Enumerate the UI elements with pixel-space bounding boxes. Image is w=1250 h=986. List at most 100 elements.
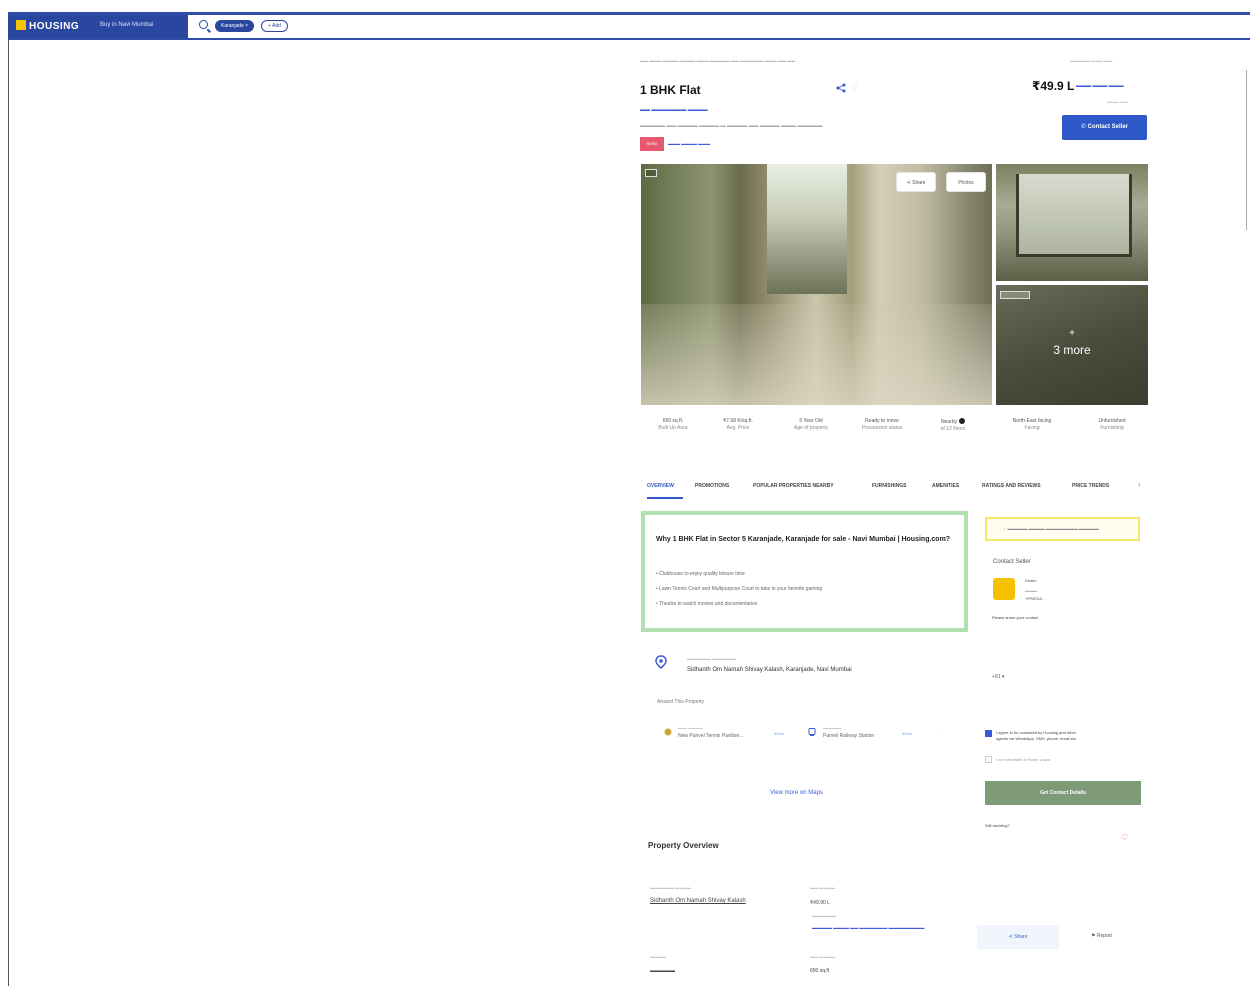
why-buy-title: Why 1 BHK Flat in Sector 5 Karanjade, Ka… [656,536,951,543]
tab-popular-nearby[interactable]: POPULAR PROPERTIES NEARBY [753,483,834,489]
consent-text: I agree to be contacted by Housing and o… [996,730,1077,741]
city-selector[interactable]: Buy in Navi Mumbai [100,22,153,28]
tab-promotions[interactable]: PROMOTIONS [695,483,729,489]
chevron-right-icon[interactable]: › [938,731,939,736]
contact-seller-label: Contact Seller [993,559,1031,565]
nearby-place[interactable]: Panvel Railway Station [823,733,874,739]
tab-overview[interactable]: OVERVIEW [647,483,674,489]
rera-badge: RERA [640,137,664,151]
listing-title: 1 BHK Flat [640,83,701,97]
stat-furnishing: Unfurnished Furnishing [1098,418,1126,431]
view-on-maps-link[interactable]: View more on Maps [770,790,823,796]
train-icon [808,728,816,736]
developer-link[interactable]: ▬▬ ▬▬▬▬▬▬▬ ▬▬▬▬ [640,107,708,113]
share-icon[interactable] [836,83,846,93]
consent-checkbox[interactable] [985,730,992,737]
photo-tag-icon [1000,291,1030,299]
agent-name: +PRIEDA... [1025,596,1046,601]
property-overview-title: Property Overview [648,841,719,850]
posted-info: ▬▬▬▬▬ ▬▬▬ ▬▬ [1070,58,1113,63]
overview-size-label: ▬▬ ▬▬▬▬ [810,954,836,959]
see-rera-link[interactable]: ▬▬▬ ▬▬▬▬ ▬▬▬ [668,141,710,146]
check-icon: ✓ [1003,526,1008,531]
location-pin-icon [655,655,667,669]
agent-tag: Dealer [1025,578,1037,583]
info-icon[interactable] [959,418,966,424]
gallery-photos-button[interactable]: Photos [946,172,986,192]
overview-area-label: ▬▬▬▬ [650,954,666,959]
stat-area: 650 sq.ft. Built Up Area [658,418,688,431]
housing-logo-icon [16,20,26,30]
nearby-distance: 500m [774,731,785,736]
overview-project-label: ▬▬▬▬▬▬ ▬▬▬▬ [650,885,692,890]
nearby-category: ▬▬▬▬▬▬ [823,726,841,730]
overview-project-value[interactable]: Sidhanth Om Namah Shivay Kalash [650,898,746,904]
overview-price-sub: ▬▬▬▬▬▬ [812,913,836,918]
heart-icon[interactable]: ♡ [851,83,858,92]
heart-icon[interactable]: ♡ [1121,833,1128,842]
phone-icon: ✆ [1080,124,1088,130]
stat-facing: North-East facing Facing [1012,418,1052,431]
still-deciding-label: Still deciding? [985,823,1010,828]
share-contact-prompt: Please share your contact [992,615,1039,620]
frame-border [8,40,9,986]
nearby-distance: 500m [902,731,913,736]
around-property-title: Around This Property [657,699,705,705]
project-location: Sidhanth Om Namah Shivay Kalash, Karanja… [687,667,852,673]
tab-price-trends[interactable]: PRICE TRENDS [1072,483,1109,489]
listing-address: ▬▬▬▬▬ ▬▬ ▬▬▬▬ ▬▬▬▬ ▬ ▬▬▬▬ ▬▬ ▬▬▬▬ ▬▬▬ ▬▬… [640,123,823,129]
why-buy-item: • Theatre to watch movies and documentar… [656,601,758,607]
why-buy-box: Why 1 BHK Flat in Sector 5 Karanjade, Ka… [641,511,968,632]
overview-price-value: ₹49.90 L [810,900,830,906]
country-code-select[interactable]: +91 ▾ [992,674,1004,680]
why-buy-item: • Clubhouse to enjoy quality leisure tim… [656,571,745,577]
chevron-right-icon[interactable]: › [1138,480,1141,489]
plus-icon: + [1069,328,1075,339]
overview-area-value: 650 sq.ft [810,968,830,974]
brand-panel: HOUSING Buy in Navi Mumbai [8,15,188,38]
section-tabs: OVERVIEW PROMOTIONS POPULAR PROPERTIES N… [640,480,1150,502]
tab-furnishings[interactable]: FURNISHINGS [872,483,906,489]
stat-possession: Ready to move Possession status [861,418,903,431]
project-location-label: ▬▬▬▬▬▬ ▬▬▬▬▬▬ [687,656,737,661]
scroll-edge [1246,70,1250,230]
main-photo[interactable] [641,164,992,405]
breadcrumb: ▬▬ ▬▬▬ ▬▬▬▬ ▬▬▬▬ ▬▬▬ ▬▬▬▬▬ ▬▬ ▬▬▬▬▬▬ ▬▬▬… [640,58,796,63]
top-navbar: HOUSING Buy in Navi Mumbai Karanjade × +… [8,12,1250,40]
listing-price: ₹49.9 L [1032,79,1075,93]
contact-seller-button[interactable]: ✆ Contact Seller [1062,115,1147,140]
report-button[interactable]: ⚑ Report [1091,933,1112,939]
tab-ratings-reviews[interactable]: RATINGS AND REVIEWS [982,483,1041,489]
share-button[interactable]: ≺ Share [977,925,1059,949]
secondary-photo-1[interactable] [996,164,1148,281]
search-chip-locality[interactable]: Karanjade × [215,20,255,32]
emi-link[interactable]: ▬▬▬ ▬▬▬ ▬▬▬ [1076,83,1124,89]
avatar [993,578,1015,600]
overview-mortgage-link[interactable]: ▬▬▬▬▬ ▬▬▬▬ ▬▬ ▬▬▬▬▬▬▬ ▬▬▬▬▬▬▬▬▬ [812,925,924,930]
stat-floor: Nearby of 12 floors [940,418,966,432]
overview-units-value: ▬▬▬▬▬ [650,968,675,974]
stat-age: 5 Year Old Age of property [793,418,829,431]
tab-amenities[interactable]: AMENITIES [932,483,959,489]
stat-avg-price: ₹7.68 K/sq.ft. Avg. Price [723,418,753,431]
photo-gallery[interactable]: ≺ Share Photos + 3 more [641,164,1148,405]
logo[interactable]: HOUSING [16,20,79,32]
active-tab-indicator [647,497,683,499]
secondary-photo-2[interactable]: + 3 more [996,285,1148,405]
home-loan-text: I am interested in Home Loans [996,757,1051,762]
nearby-place[interactable]: New Panvel Tennis Pavilion... [678,733,744,739]
nearby-category: ▬▬▬ ▬▬▬▬▬ [678,726,703,730]
gallery-share-button[interactable]: ≺ Share [896,172,936,192]
why-buy-item: • Lawn Tennis Court and Multipurpose Cou… [656,586,823,592]
home-loan-checkbox[interactable] [985,756,992,763]
overview-price-label: ▬▬ ▬▬▬▬ [810,885,836,890]
key-stats: 650 sq.ft. Built Up Area ₹7.68 K/sq.ft. Av… [640,418,1150,458]
agent-company: ▬▬▬ [1025,588,1037,593]
search-bar[interactable]: Karanjade × + Add [191,15,1250,38]
search-icon [199,20,208,29]
more-photos-label: 3 more [1053,343,1091,357]
tennis-icon [664,728,672,736]
safety-warning: ✓ ▬▬▬▬▬ ▬▬▬▬ ▬▬▬▬▬▬▬▬ ▬▬▬▬▬ [985,517,1140,541]
add-locality-chip[interactable]: + Add [261,20,288,32]
get-contact-details-button[interactable]: Get Contact Details [985,781,1141,805]
